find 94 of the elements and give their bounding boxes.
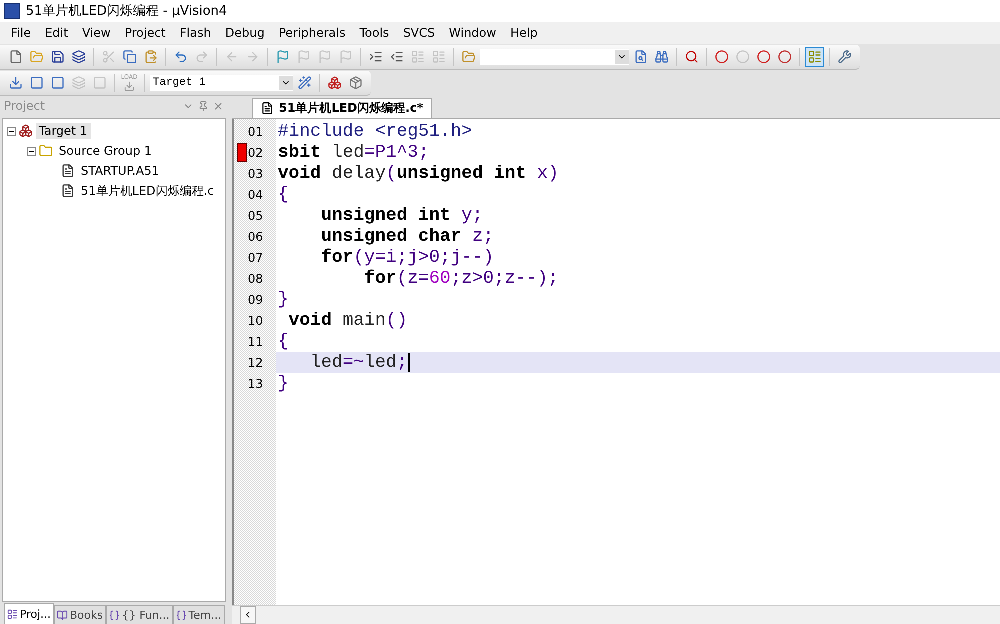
- panel-tab[interactable]: Books: [54, 605, 106, 624]
- menu-item[interactable]: File: [4, 26, 38, 40]
- code-line: }: [277, 373, 290, 394]
- tab-icon: [176, 610, 187, 620]
- dropdown-button[interactable]: [279, 76, 293, 90]
- redo-icon: [194, 50, 208, 64]
- menu-item[interactable]: Debug: [218, 26, 272, 40]
- code-line: unsigned int y;: [320, 205, 484, 226]
- panel-tab[interactable]: Tem...: [172, 605, 225, 624]
- unindent-icon: [390, 50, 404, 64]
- line-number: 09: [248, 292, 264, 306]
- folder-icon: [39, 144, 53, 158]
- line-number: 10: [248, 314, 264, 328]
- flag-icon: [296, 50, 310, 64]
- collapse-toggle-icon[interactable]: [7, 126, 16, 136]
- left-arrow-icon: [224, 50, 238, 64]
- menu-item[interactable]: View: [75, 26, 118, 40]
- find-icon: [634, 50, 648, 64]
- panel-title: Project: [4, 99, 46, 113]
- line-number: 07: [248, 250, 264, 264]
- target-select[interactable]: Target 1: [150, 74, 293, 90]
- panel-tab[interactable]: {} Fun...: [106, 605, 173, 624]
- wand-icon: [298, 76, 312, 90]
- undo-icon: [174, 50, 188, 64]
- line-number: 01: [248, 124, 264, 138]
- indent-icon: [368, 50, 382, 64]
- dropdown-button[interactable]: [615, 50, 629, 64]
- text-cursor: [408, 353, 410, 372]
- menu-item[interactable]: Tools: [352, 26, 396, 40]
- line-number: 06: [248, 230, 264, 244]
- menu-item[interactable]: SVCS: [396, 26, 442, 40]
- download-icon: [124, 80, 135, 92]
- flag-icon: [276, 50, 290, 64]
- window-title: 51单片机LED闪烁编程 - µVision4: [26, 3, 228, 20]
- collapse-toggle-icon[interactable]: [27, 146, 36, 156]
- menu-item[interactable]: Flash: [172, 26, 218, 40]
- line-number: 04: [248, 188, 264, 202]
- line-number: 08: [248, 272, 264, 286]
- code-line: sbit led=P1^3;: [277, 142, 430, 163]
- menu-item[interactable]: Window: [442, 26, 504, 40]
- file-icon: [261, 102, 274, 115]
- tree-item[interactable]: STARTUP.A51: [78, 163, 162, 179]
- new-file-icon: [8, 50, 22, 64]
- menu-item[interactable]: Project: [118, 26, 173, 40]
- tree-item[interactable]: 51单片机LED闪烁编程.c: [78, 182, 218, 200]
- panel-tab[interactable]: Proj...: [4, 603, 54, 624]
- code-line: for(y=i;j>0;j--): [320, 247, 496, 268]
- wrench-icon: [838, 50, 852, 64]
- download-icon: [8, 76, 22, 90]
- pin-icon[interactable]: [198, 100, 209, 112]
- menu-item[interactable]: Help: [503, 26, 545, 40]
- code-line: for(z=60;z>0;z--);: [363, 268, 560, 289]
- code-line: {: [277, 331, 290, 352]
- line-number: 05: [248, 208, 264, 222]
- app-icon: [4, 3, 20, 19]
- line-number: 11: [248, 334, 264, 348]
- tab-icon: [109, 610, 120, 620]
- file-icon: [61, 184, 75, 198]
- close-icon[interactable]: [213, 100, 224, 112]
- line-number: 02: [248, 146, 264, 160]
- stack-icon: [72, 76, 86, 90]
- copy-icon: [122, 50, 136, 64]
- line-number: 13: [248, 376, 264, 390]
- code-line: void main(): [288, 310, 409, 331]
- tree-item[interactable]: Target 1: [36, 123, 91, 139]
- binoculars-icon: [654, 50, 668, 64]
- code-line: {: [277, 184, 290, 205]
- target-icon: [19, 124, 33, 138]
- editor-tab[interactable]: 51单片机LED闪烁编程.c*: [252, 98, 432, 118]
- code-line: unsigned char z;: [320, 226, 496, 247]
- save-icon: [50, 50, 64, 64]
- scissors-icon: [102, 50, 116, 64]
- menu-item[interactable]: Peripherals: [272, 26, 353, 40]
- paste-icon: [144, 50, 158, 64]
- colored-blocks-icon: [328, 76, 342, 90]
- menu-item[interactable]: Edit: [38, 26, 76, 40]
- circle-icon: [736, 50, 750, 64]
- tree-item[interactable]: Source Group 1: [56, 143, 156, 159]
- file-icon: [61, 164, 75, 178]
- magnifier-icon: [684, 50, 698, 64]
- flag-icon: [338, 50, 352, 64]
- breakpoint-icon: [714, 50, 728, 64]
- tab-icon: [57, 610, 68, 620]
- folder-icon: [30, 50, 44, 64]
- target-name: Target 1: [153, 76, 206, 88]
- window-list-icon: [808, 50, 822, 64]
- window-list-button[interactable]: [805, 46, 824, 66]
- line-number: 12: [248, 356, 264, 370]
- code-line: void delay(unsigned int x): [277, 163, 560, 184]
- line-number: 03: [248, 166, 264, 180]
- flag-icon: [318, 50, 332, 64]
- code-line: }: [277, 289, 290, 310]
- code-line: #include <reg51.h>: [277, 121, 474, 142]
- tab-icon: [7, 608, 18, 620]
